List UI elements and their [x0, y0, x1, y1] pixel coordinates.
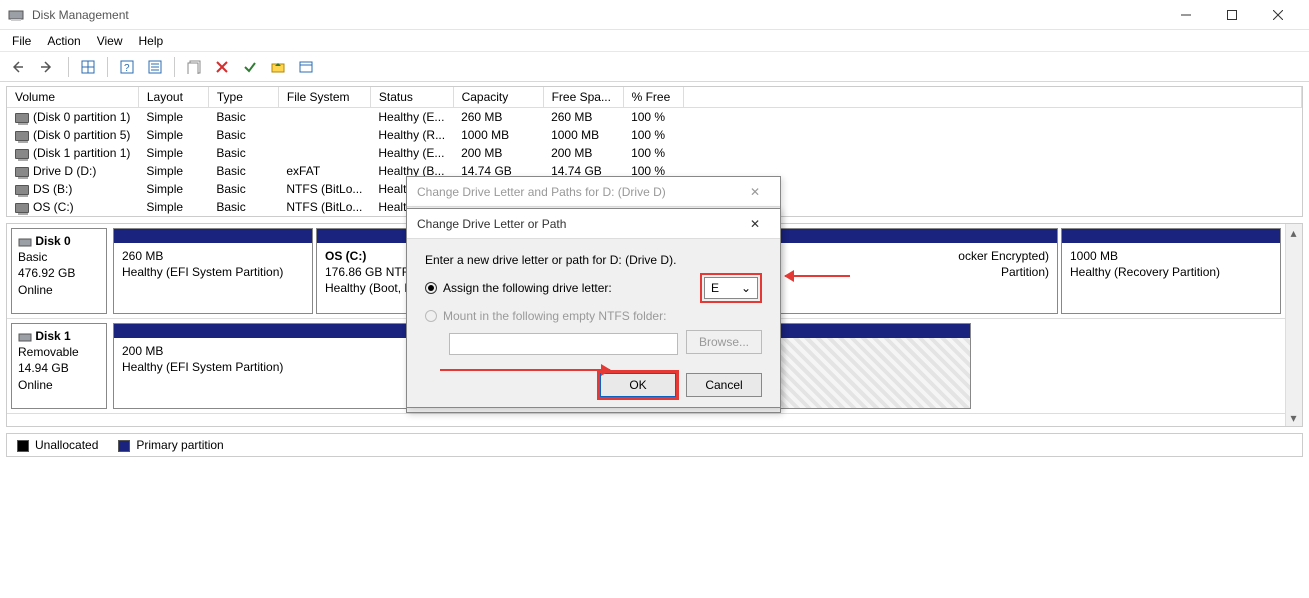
cancel-button[interactable]: Cancel — [686, 373, 762, 397]
mount-folder-input[interactable] — [449, 333, 678, 355]
drive-letter-select[interactable]: E ⌄ — [704, 277, 758, 299]
properties-icon[interactable] — [183, 56, 205, 78]
scroll-up-icon[interactable]: ▴ — [1286, 224, 1301, 241]
dialog-prompt: Enter a new drive letter or path for D: … — [425, 253, 762, 267]
drive-letter-highlight: E ⌄ — [700, 273, 762, 303]
chevron-down-icon: ⌄ — [741, 281, 751, 295]
radio-mount-folder[interactable]: Mount in the following empty NTFS folder… — [425, 309, 762, 323]
folder-up-icon[interactable] — [267, 56, 289, 78]
window-controls — [1163, 0, 1301, 30]
col-free[interactable]: Free Spa... — [543, 87, 623, 108]
titlebar: Disk Management — [0, 0, 1309, 30]
menu-action[interactable]: Action — [47, 34, 80, 48]
delete-icon[interactable] — [211, 56, 233, 78]
scroll-down-icon[interactable]: ▾ — [1286, 409, 1301, 426]
col-status[interactable]: Status — [370, 87, 453, 108]
toolbar: ? — [0, 52, 1309, 82]
col-type[interactable]: Type — [208, 87, 278, 108]
app-icon — [8, 7, 24, 23]
volume-icon — [15, 167, 29, 177]
radio-mount-label: Mount in the following empty NTFS folder… — [443, 309, 666, 323]
col-volume[interactable]: Volume — [7, 87, 138, 108]
separator — [174, 57, 175, 77]
volume-icon — [15, 131, 29, 141]
disk-info[interactable]: Disk 0Basic476.92 GBOnline — [11, 228, 107, 314]
volume-icon — [15, 203, 29, 213]
volume-icon — [15, 113, 29, 123]
table-row[interactable]: (Disk 0 partition 1)SimpleBasicHealthy (… — [7, 108, 1302, 127]
legend-primary: Primary partition — [118, 438, 223, 452]
close-icon[interactable]: ✕ — [740, 217, 770, 231]
volume-icon — [15, 149, 29, 159]
col-blank — [683, 87, 1301, 108]
volume-icon — [15, 185, 29, 195]
swatch-unallocated — [17, 440, 29, 452]
window-title: Disk Management — [32, 8, 1163, 22]
col-filesystem[interactable]: File System — [278, 87, 370, 108]
separator — [107, 57, 108, 77]
partition[interactable]: 260 MBHealthy (EFI System Partition) — [113, 228, 313, 314]
maximize-button[interactable] — [1209, 0, 1255, 30]
dialog-back-titlebar[interactable]: Change Drive Letter and Paths for D: (Dr… — [407, 177, 780, 207]
swatch-primary — [118, 440, 130, 452]
menu-file[interactable]: File — [12, 34, 31, 48]
scrollbar[interactable]: ▴ ▾ — [1285, 224, 1302, 426]
close-button[interactable] — [1255, 0, 1301, 30]
radio-icon — [425, 282, 437, 294]
annotation-arrow-to-select — [785, 275, 850, 277]
dialog-front-titlebar[interactable]: Change Drive Letter or Path ✕ — [407, 209, 780, 239]
browse-button[interactable]: Browse... — [686, 330, 762, 354]
col-pctfree[interactable]: % Free — [623, 87, 683, 108]
partition[interactable]: 1000 MBHealthy (Recovery Partition) — [1061, 228, 1281, 314]
col-capacity[interactable]: Capacity — [453, 87, 543, 108]
table-row[interactable]: (Disk 0 partition 5)SimpleBasicHealthy (… — [7, 126, 1302, 144]
table-header-row: Volume Layout Type File System Status Ca… — [7, 87, 1302, 108]
partition[interactable]: 200 MBHealthy (EFI System Partition) — [113, 323, 423, 409]
forward-icon[interactable] — [38, 56, 60, 78]
dialog-front-title: Change Drive Letter or Path — [417, 217, 566, 231]
check-icon[interactable] — [239, 56, 261, 78]
menu-help[interactable]: Help — [139, 34, 164, 48]
menu-view[interactable]: View — [97, 34, 123, 48]
dialog-change-letter: Change Drive Letter or Path ✕ Enter a ne… — [406, 208, 781, 408]
annotation-arrow-to-ok — [440, 369, 610, 371]
radio-icon — [425, 310, 437, 322]
menu-bar: File Action View Help — [0, 30, 1309, 52]
col-layout[interactable]: Layout — [138, 87, 208, 108]
legend-unallocated: Unallocated — [17, 438, 98, 452]
legend: Unallocated Primary partition — [6, 433, 1303, 457]
drive-letter-value: E — [711, 281, 719, 295]
minimize-button[interactable] — [1163, 0, 1209, 30]
list-icon[interactable] — [144, 56, 166, 78]
back-icon[interactable] — [10, 56, 32, 78]
separator — [68, 57, 69, 77]
svg-text:?: ? — [124, 63, 130, 74]
help-icon[interactable]: ? — [116, 56, 138, 78]
window-icon[interactable] — [295, 56, 317, 78]
dialog-back-title: Change Drive Letter and Paths for D: (Dr… — [417, 185, 666, 199]
disk-info[interactable]: Disk 1Removable14.94 GBOnline — [11, 323, 107, 409]
table-row[interactable]: (Disk 1 partition 1)SimpleBasicHealthy (… — [7, 144, 1302, 162]
radio-assign-label: Assign the following drive letter: — [443, 281, 612, 295]
ok-button[interactable]: OK — [600, 373, 676, 397]
radio-assign-letter[interactable]: Assign the following drive letter: E ⌄ — [425, 273, 762, 303]
close-icon[interactable]: ✕ — [740, 185, 770, 199]
grid-icon[interactable] — [77, 56, 99, 78]
